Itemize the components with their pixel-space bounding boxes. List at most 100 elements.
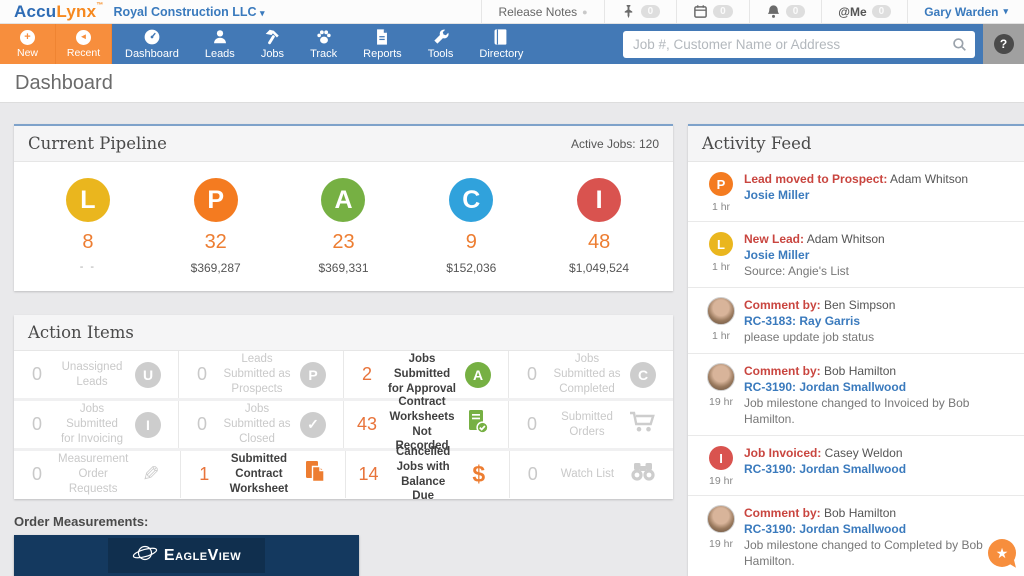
feed-item: 19 hr Comment by: Bob Hamilton RC-3190: … xyxy=(688,496,1024,576)
worksheet-check-icon xyxy=(466,409,490,440)
feed-timestamp: 1 hr xyxy=(698,330,744,342)
recent-button[interactable]: ◄ Recent xyxy=(56,24,112,64)
lead-stage-icon: L xyxy=(66,178,110,222)
new-button[interactable]: + New xyxy=(0,24,56,64)
chevron-down-icon: ▾ xyxy=(260,8,265,18)
invoiced-badge-icon: I xyxy=(709,446,733,470)
pipeline-stage-completed[interactable]: C 9 $152,036 xyxy=(407,178,535,275)
action-jobs-submitted-approval[interactable]: 2 Jobs Submitted for Approval A xyxy=(344,351,509,398)
stage-amount: - - xyxy=(24,261,152,273)
feedback-button[interactable]: ★ xyxy=(988,539,1016,567)
feed-detail: Source: Angie's List xyxy=(744,263,1012,279)
nav-item-reports[interactable]: Reports xyxy=(350,24,415,64)
pipeline-stage-prospects[interactable]: P 32 $369,287 xyxy=(152,178,280,275)
feed-timestamp: 19 hr xyxy=(698,475,744,487)
pipeline-stage-approved[interactable]: A 23 $369,331 xyxy=(280,178,408,275)
pin-icon xyxy=(621,4,636,19)
top-bar: AccuLynx™ Royal Construction LLC ▾ Relea… xyxy=(0,0,1024,24)
calendar-icon xyxy=(693,4,708,19)
company-selector[interactable]: Royal Construction LLC ▾ xyxy=(113,5,264,19)
pipeline-stage-invoiced[interactable]: I 48 $1,049,524 xyxy=(535,178,663,275)
nav-label: Leads xyxy=(205,48,235,60)
at-me-label: @Me xyxy=(838,5,866,19)
nav-item-dashboard[interactable]: Dashboard xyxy=(112,24,192,64)
stage-count: 9 xyxy=(407,231,535,254)
feed-detail: please update job status xyxy=(744,329,1012,345)
action-jobs-submitted-invoicing[interactable]: 0 Jobs Submitted for Invoicing I xyxy=(14,401,179,448)
action-measurement-order-requests[interactable]: 0 Measurement Order Requests ✎ xyxy=(14,451,181,498)
notifications-button[interactable]: 0 xyxy=(749,0,822,23)
plus-icon: + xyxy=(20,30,35,45)
i-badge-icon: I xyxy=(135,412,161,438)
help-button[interactable]: ? xyxy=(983,24,1024,64)
calendar-count-badge: 0 xyxy=(713,5,733,18)
binoculars-icon xyxy=(629,462,657,487)
action-cancelled-jobs-balance-due[interactable]: 14 Cancelled Jobs with Balance Due $ xyxy=(346,451,510,498)
activity-feed-panel: Activity Feed P 1 hr Lead moved to Prosp… xyxy=(688,124,1024,576)
action-leads-submitted-prospects[interactable]: 0 Leads Submitted as Prospects P xyxy=(179,351,344,398)
feed-job-link[interactable]: RC-3190: Jordan Smallwood xyxy=(744,461,906,477)
acculynx-logo[interactable]: AccuLynx™ xyxy=(0,2,113,22)
cart-icon xyxy=(629,411,657,438)
status-dot-icon: ● xyxy=(582,7,587,17)
feed-timestamp: 1 hr xyxy=(698,261,744,273)
action-submitted-orders[interactable]: 0 Submitted Orders xyxy=(509,401,673,448)
feed-item: I 19 hr Job Invoiced: Casey Weldon RC-31… xyxy=(688,436,1024,496)
u-badge-icon: U xyxy=(135,362,161,388)
feed-action: New Lead: xyxy=(744,232,804,246)
feed-timestamp: 19 hr xyxy=(698,396,744,408)
eagleview-globe-icon xyxy=(132,544,158,567)
nav-item-tools[interactable]: Tools xyxy=(415,24,467,64)
prospect-badge-icon: P xyxy=(709,172,733,196)
c-badge-icon: C xyxy=(630,362,656,388)
feed-customer: Adam Whitson xyxy=(804,232,885,246)
activity-feed-title: Activity Feed xyxy=(702,134,812,153)
nav-label: Track xyxy=(310,48,337,60)
nav-item-jobs[interactable]: Jobs xyxy=(248,24,297,64)
feed-job-link[interactable]: Josie Miller xyxy=(744,187,809,203)
feed-job-link[interactable]: RC-3190: Jordan Smallwood xyxy=(744,379,906,395)
nav-item-directory[interactable]: Directory xyxy=(466,24,536,64)
avatar xyxy=(707,363,735,391)
pinned-items-button[interactable]: 0 xyxy=(604,0,677,23)
action-jobs-submitted-completed[interactable]: 0 Jobs Submitted as Completed C xyxy=(509,351,673,398)
feed-item: 1 hr Comment by: Ben Simpson RC-3183: Ra… xyxy=(688,288,1024,354)
pencil-icon: ✎ xyxy=(142,462,160,487)
feed-item: 19 hr Comment by: Bob Hamilton RC-3190: … xyxy=(688,354,1024,436)
user-menu[interactable]: Gary Warden ▾ xyxy=(907,0,1024,23)
stage-amount: $1,049,524 xyxy=(535,261,663,275)
action-contract-worksheets-not-recorded[interactable]: 43 Contract Worksheets Not Recorded xyxy=(344,401,509,448)
feed-job-link[interactable]: RC-3183: Ray Garris xyxy=(744,313,860,329)
release-notes-link[interactable]: Release Notes ● xyxy=(481,0,603,23)
action-submitted-contract-worksheet[interactable]: 1 Submitted Contract Worksheet xyxy=(181,451,345,498)
feed-action: Job Invoiced: xyxy=(744,446,821,460)
action-watch-list[interactable]: 0 Watch List xyxy=(510,451,673,498)
invoiced-stage-icon: I xyxy=(577,178,621,222)
calendar-button[interactable]: 0 xyxy=(676,0,749,23)
search-icon[interactable] xyxy=(952,37,967,52)
action-jobs-submitted-closed[interactable]: 0 Jobs Submitted as Closed ✓ xyxy=(179,401,344,448)
gauge-icon xyxy=(143,28,161,46)
stage-count: 8 xyxy=(24,231,152,254)
stage-amount: $152,036 xyxy=(407,261,535,275)
eagleview-banner[interactable]: EagleView xyxy=(14,535,359,576)
paw-icon xyxy=(315,28,333,46)
feed-job-link[interactable]: RC-3190: Jordan Smallwood xyxy=(744,521,906,537)
wrench-icon xyxy=(432,28,450,46)
dollar-icon: $ xyxy=(472,461,485,488)
feed-customer: Bob Hamilton xyxy=(821,506,896,520)
feed-job-link[interactable]: Josie Miller xyxy=(744,247,809,263)
a-badge-icon: A xyxy=(465,362,491,388)
nav-label: Jobs xyxy=(261,48,284,60)
check-circle-icon: ✓ xyxy=(300,412,326,438)
feed-customer: Ben Simpson xyxy=(821,298,896,312)
action-unassigned-leads[interactable]: 0 Unassigned Leads U xyxy=(14,351,179,398)
feed-customer: Casey Weldon xyxy=(821,446,902,460)
nav-item-track[interactable]: Track xyxy=(297,24,350,64)
search-input[interactable] xyxy=(623,31,975,58)
at-me-button[interactable]: @Me 0 xyxy=(821,0,907,23)
pipeline-stage-leads[interactable]: L 8 - - xyxy=(24,178,152,275)
feed-action: Comment by: xyxy=(744,298,821,312)
stage-amount: $369,287 xyxy=(152,261,280,275)
nav-item-leads[interactable]: Leads xyxy=(192,24,248,64)
